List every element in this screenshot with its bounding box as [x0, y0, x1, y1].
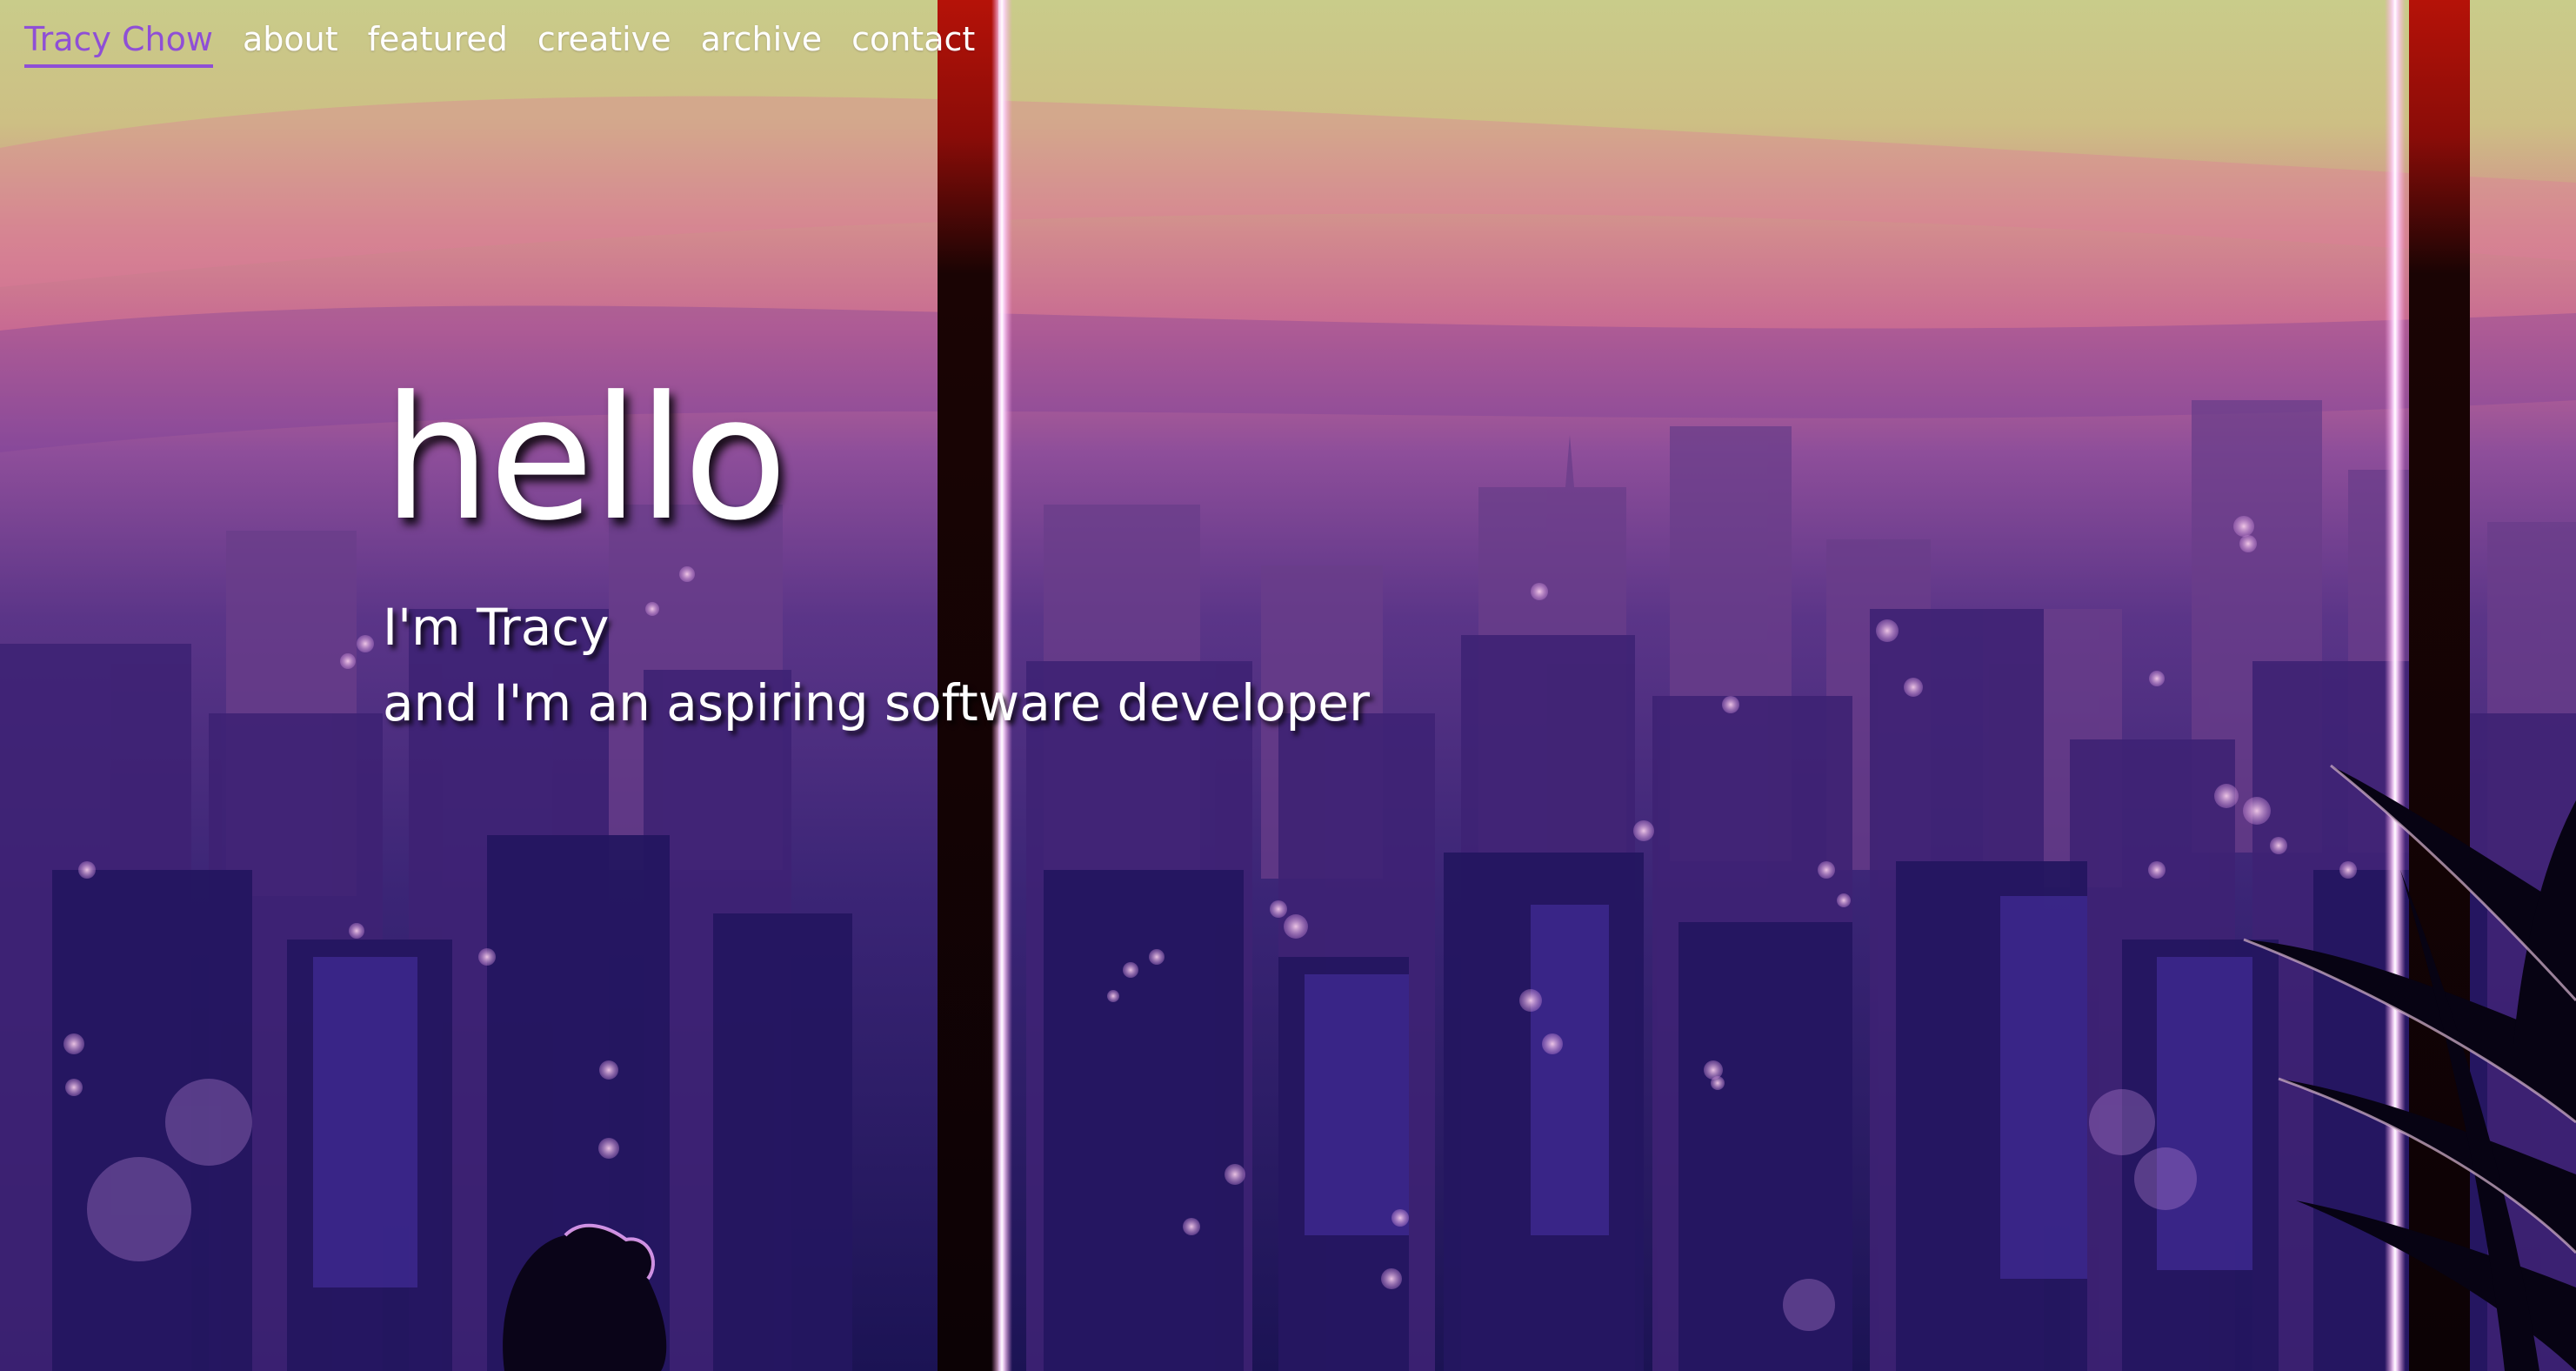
- hero-intro: hello I'm Tracy and I'm an aspiring soft…: [383, 374, 1370, 741]
- nav-about-link[interactable]: about: [243, 23, 338, 68]
- nav-featured-link[interactable]: featured: [368, 23, 508, 68]
- top-navigation: Tracy Chow about featured creative archi…: [24, 23, 975, 68]
- nav-contact-link[interactable]: contact: [851, 23, 975, 68]
- hero-intro-tagline: and I'm an aspiring software developer: [383, 673, 1370, 732]
- hero-heading: hello: [383, 360, 788, 558]
- hero-section: Tracy Chow about featured creative archi…: [0, 0, 2576, 1371]
- nav-creative-link[interactable]: creative: [537, 23, 671, 68]
- hero-intro-name: I'm Tracy: [383, 598, 610, 657]
- nav-archive-link[interactable]: archive: [701, 23, 822, 68]
- nav-home-link[interactable]: Tracy Chow: [24, 23, 213, 68]
